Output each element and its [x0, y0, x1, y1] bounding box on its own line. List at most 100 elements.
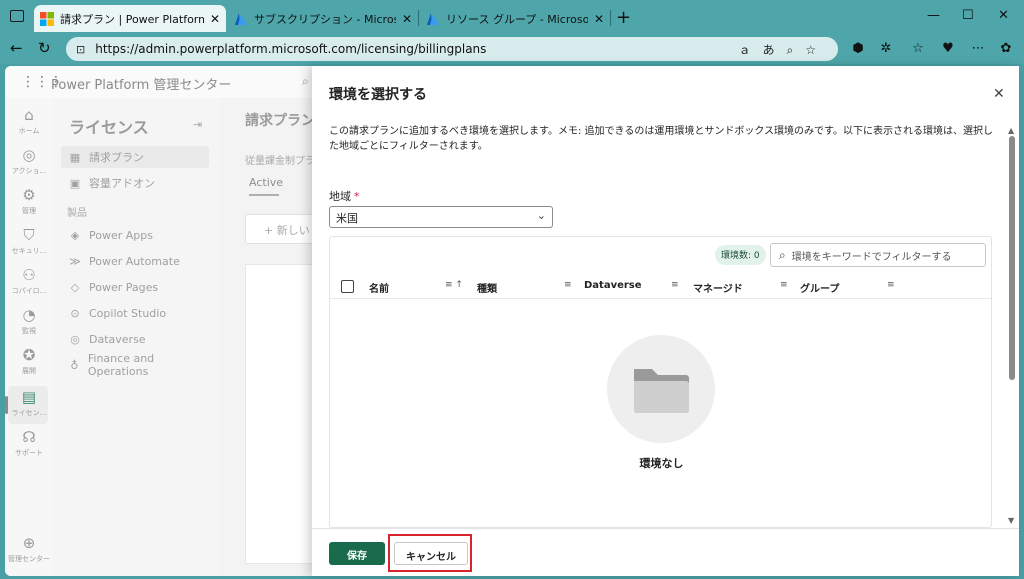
nav-item-label: Finance and Operations	[87, 352, 155, 378]
rail-item-admin-centers[interactable]: ⊕ 管理センター	[5, 534, 53, 564]
power-pages-icon: ◇	[70, 280, 80, 294]
url-actions: ａあ⌕☆	[738, 41, 828, 58]
profile-icon[interactable]: ♥	[940, 41, 956, 57]
close-window-icon[interactable]: ✕	[998, 8, 1009, 23]
left-rail: ⌂ ホーム ◎ アクショ... ⚙ 管理 ⛉ セキュリ... ⚇ コパイロ...…	[5, 98, 53, 576]
nav-item-label: Copilot Studio	[89, 306, 167, 320]
column-filter-icon[interactable]: ≡	[887, 280, 895, 290]
nav-item-label: Power Automate	[89, 254, 180, 268]
rail-label: ホーム	[18, 127, 40, 135]
column-header-name[interactable]: 名前	[369, 280, 389, 295]
search-icon: ⌕	[779, 247, 786, 262]
scrollbar-thumb[interactable]	[1009, 136, 1015, 380]
header-search-icon[interactable]: ⌕	[302, 74, 309, 89]
rail-item-home[interactable]: ⌂ ホーム	[5, 106, 53, 136]
copilot-icon: ⚇	[22, 266, 36, 284]
site-info-icon[interactable]: ⊡	[76, 43, 85, 56]
tab-close-icon[interactable]: ✕	[594, 12, 604, 26]
azure-icon	[235, 12, 247, 25]
tab-separator	[610, 10, 611, 26]
back-icon[interactable]: ←	[10, 39, 23, 57]
column-filter-icon[interactable]: ≡	[564, 280, 572, 290]
nav-item-label: Dataverse	[89, 332, 146, 346]
scroll-up-icon[interactable]: ▲	[1008, 126, 1014, 135]
rail-label: 展開	[22, 367, 36, 375]
rail-item-manage[interactable]: ⚙ 管理	[5, 186, 53, 216]
nav-item-billing-plans[interactable]: ▦ 請求プラン	[61, 146, 209, 168]
nav-item-capacity-addons[interactable]: ▣ 容量アドオン	[61, 172, 209, 194]
rail-label: ライセン...	[11, 409, 47, 417]
url-text: https://admin.powerplatform.microsoft.co…	[95, 42, 487, 56]
select-environment-panel: 環境を選択する ✕ この請求プランに追加するべき環境を選択します。メモ: 追加で…	[312, 66, 1019, 576]
cancel-button[interactable]: キャンセル	[394, 542, 468, 565]
region-value: 米国	[336, 212, 358, 225]
folder-icon	[634, 369, 689, 413]
main-content: 請求プラン 従量課金制プラ Active + 新しい	[221, 98, 335, 576]
column-filter-icon[interactable]: ≡	[780, 280, 788, 290]
rail-item-support[interactable]: ☊ サポート	[5, 428, 53, 458]
nav-item-copilot-studio[interactable]: ⊙ Copilot Studio	[61, 302, 209, 324]
zoom-icon[interactable]: ⌕	[787, 43, 806, 57]
tab-label: リソース グループ - Microsoft Azure	[446, 12, 588, 26]
tab-resource-groups[interactable]: リソース グループ - Microsoft Azure ✕	[420, 5, 610, 32]
column-header-type[interactable]: 種類	[477, 280, 497, 295]
nav-item-power-automate[interactable]: ≫ Power Automate	[61, 250, 209, 272]
new-tab-icon[interactable]: +	[616, 7, 631, 28]
tab-close-icon[interactable]: ✕	[210, 12, 220, 26]
column-header-group[interactable]: グループ	[800, 280, 839, 295]
maximize-icon[interactable]: ☐	[962, 8, 974, 23]
rail-item-security[interactable]: ⛉ セキュリ...	[5, 226, 53, 256]
tab-label: サブスクリプション - Microsoft Azure	[254, 12, 396, 26]
url-field[interactable]: ⊡ https://admin.powerplatform.microsoft.…	[66, 37, 838, 61]
rail-item-copilot[interactable]: ⚇ コパイロ...	[5, 266, 53, 296]
scroll-down-icon[interactable]: ▼	[1008, 516, 1014, 525]
billing-icon: ▦	[69, 150, 81, 164]
shield-icon: ⛉	[23, 226, 35, 244]
ms-logo-icon	[40, 11, 54, 26]
refresh-icon[interactable]: ↻	[38, 39, 51, 57]
nav-item-dataverse[interactable]: ◎ Dataverse	[61, 328, 209, 350]
favorites-icon[interactable]: ☆	[910, 41, 926, 57]
tab-billing-plans[interactable]: 請求プラン | Power Platform 管理セ ✕	[34, 5, 226, 32]
column-filter-icon[interactable]: ≡ ↑	[445, 280, 463, 290]
power-automate-icon: ≫	[69, 254, 81, 268]
collapse-pane-icon[interactable]: ⇥	[193, 118, 202, 131]
select-all-checkbox[interactable]	[341, 280, 354, 293]
environment-filter-input[interactable]: ⌕ 環境をキーワードでフィルターする	[770, 243, 986, 267]
extension-icon[interactable]: ⬢	[850, 41, 866, 57]
subnav-title: ライセンス	[69, 118, 149, 137]
nav-item-power-pages[interactable]: ◇ Power Pages	[61, 276, 209, 298]
panel-scrollbar[interactable]: ▲ ▼	[1008, 126, 1016, 526]
tab-close-icon[interactable]: ✕	[402, 12, 412, 26]
monitor-icon: ◔	[22, 306, 36, 324]
copilot-browser-icon[interactable]: ✿	[998, 41, 1014, 57]
column-header-managed[interactable]: マネージド	[693, 280, 743, 295]
rail-item-licensing[interactable]: ▤ ライセン...	[5, 388, 53, 418]
nav-item-label: Power Apps	[89, 228, 153, 242]
region-dropdown[interactable]: 米国 ⌄	[329, 206, 553, 228]
nav-item-finance-operations[interactable]: ♁ Finance and Operations	[61, 352, 209, 378]
column-header-dataverse[interactable]: Dataverse	[584, 280, 642, 291]
favorite-star-icon[interactable]: ☆	[805, 43, 828, 57]
tab-label: 請求プラン | Power Platform 管理セ	[60, 12, 204, 26]
tab-active[interactable]: Active	[249, 176, 283, 189]
panel-description: この請求プランに追加するべき環境を選択します。メモ: 追加できるのは運用環境とサ…	[329, 126, 994, 152]
read-aloud-icon[interactable]: ａあ	[738, 43, 786, 57]
rail-item-monitor[interactable]: ◔ 監視	[5, 306, 53, 336]
close-icon[interactable]: ✕	[993, 86, 1005, 102]
column-filter-icon[interactable]: ≡	[671, 280, 679, 290]
save-button[interactable]: 保存	[329, 542, 385, 565]
rail-label: 監視	[22, 327, 36, 335]
required-marker: *	[354, 190, 360, 203]
rail-item-actions[interactable]: ◎ アクショ...	[5, 146, 53, 176]
more-icon[interactable]: ⋯	[970, 41, 986, 57]
tab-actions-icon[interactable]	[10, 10, 24, 22]
dataverse-icon: ◎	[70, 332, 80, 346]
extensions-puzzle-icon[interactable]: ✲	[878, 41, 894, 57]
address-bar-row: ← ↻ ⊡ https://admin.powerplatform.micros…	[0, 34, 1024, 64]
minimize-icon[interactable]: —	[927, 8, 940, 23]
nav-item-power-apps[interactable]: ◈ Power Apps	[61, 224, 209, 246]
tab-subscriptions[interactable]: サブスクリプション - Microsoft Azure ✕	[228, 5, 418, 32]
nav-item-label: Power Pages	[89, 280, 159, 294]
rail-item-deploy[interactable]: ✪ 展開	[5, 346, 53, 376]
